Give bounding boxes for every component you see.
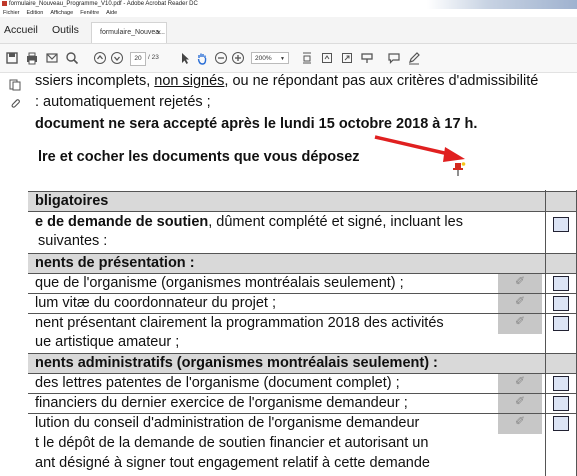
document-tab-label: formulaire_Nouvea... bbox=[100, 29, 165, 36]
table-row: lum vitæ du coordonnateur du projet ; ✐ bbox=[28, 293, 577, 314]
attachment-cell[interactable]: ✐ bbox=[498, 274, 542, 294]
paperclip-icon: ✐ bbox=[514, 374, 526, 388]
select-cursor-icon[interactable] bbox=[178, 51, 192, 65]
document-view[interactable]: ssiers incomplets, non signés, ou ne rép… bbox=[28, 73, 577, 476]
left-sidebar bbox=[0, 73, 28, 476]
doc-line-3: document ne sera accepté après le lundi … bbox=[35, 116, 478, 132]
paperclip-icon: ✐ bbox=[514, 314, 526, 328]
hand-icon[interactable] bbox=[195, 51, 209, 65]
zoom-in-icon[interactable] bbox=[231, 51, 245, 65]
page-number-input[interactable]: 20 bbox=[130, 52, 146, 66]
save-icon[interactable] bbox=[5, 51, 19, 65]
underlined-text: non signés bbox=[154, 73, 225, 89]
pen-icon[interactable] bbox=[407, 51, 421, 65]
attachment-cell[interactable]: ✐ bbox=[498, 294, 542, 314]
doc-line-1: ssiers incomplets, non signés, ou ne rép… bbox=[35, 73, 539, 89]
table-row: bligatoires bbox=[28, 191, 577, 212]
attachment-icon[interactable] bbox=[9, 97, 21, 109]
tab-document[interactable]: formulaire_Nouvea... × bbox=[91, 22, 167, 43]
fit-page-icon[interactable] bbox=[300, 51, 314, 65]
email-icon[interactable] bbox=[45, 51, 59, 65]
attachment-cell[interactable]: ✐ bbox=[498, 314, 542, 334]
menu-edition[interactable]: Edition bbox=[27, 10, 44, 16]
attachment-cell[interactable]: ✐ bbox=[498, 374, 542, 394]
checkbox[interactable] bbox=[553, 396, 569, 411]
checkbox[interactable] bbox=[553, 217, 569, 232]
comment-icon[interactable] bbox=[387, 51, 401, 65]
table-row: que de l'organisme (organismes montréala… bbox=[28, 273, 577, 294]
read-mode-icon[interactable] bbox=[360, 51, 374, 65]
zoom-value: 200% bbox=[255, 55, 272, 62]
rotate-icon[interactable] bbox=[320, 51, 334, 65]
fullscreen-icon[interactable] bbox=[340, 51, 354, 65]
paperclip-icon: ✐ bbox=[514, 414, 526, 428]
table-row: nents de présentation : bbox=[28, 253, 577, 274]
checkbox[interactable] bbox=[553, 416, 569, 431]
attachment-cell[interactable]: ✐ bbox=[498, 394, 542, 414]
chevron-down-icon: ▼ bbox=[280, 56, 285, 62]
checkbox[interactable] bbox=[553, 296, 569, 311]
acrobat-icon bbox=[2, 0, 7, 6]
close-tab-icon[interactable]: × bbox=[156, 23, 161, 43]
table-row: nent présentant clairement la programmat… bbox=[28, 313, 577, 354]
zoom-select[interactable]: 200% ▼ bbox=[251, 52, 289, 64]
zoom-out-icon[interactable] bbox=[214, 51, 228, 65]
menu-affichage[interactable]: Affichage bbox=[50, 10, 73, 16]
pages-icon[interactable] bbox=[9, 79, 21, 91]
menu-bar: Fichier Edition Affichage Fenêtre Aide bbox=[0, 9, 577, 17]
search-icon[interactable] bbox=[65, 51, 79, 65]
table-row: financiers du dernier exercice de l'orga… bbox=[28, 393, 577, 414]
window-titlebar: formulaire_Nouveau_Programme_V10.pdf - A… bbox=[0, 0, 577, 9]
table-row: nents administratifs (organismes montréa… bbox=[28, 353, 577, 374]
paperclip-icon: ✐ bbox=[514, 394, 526, 408]
page-up-icon[interactable] bbox=[93, 51, 107, 65]
table-row: lution du conseil d'administration de l'… bbox=[28, 413, 577, 476]
doc-line-2: : automatiquement rejetés ; bbox=[35, 94, 211, 110]
paperclip-icon: ✐ bbox=[514, 294, 526, 308]
menu-aide[interactable]: Aide bbox=[106, 10, 117, 16]
checkbox[interactable] bbox=[553, 276, 569, 291]
tab-bar: Accueil Outils formulaire_Nouvea... × bbox=[0, 17, 577, 44]
window-controls[interactable] bbox=[427, 0, 577, 9]
window-title: formulaire_Nouveau_Programme_V10.pdf - A… bbox=[9, 1, 198, 7]
checkbox[interactable] bbox=[553, 316, 569, 331]
table-row: des lettres patentes de l'organisme (doc… bbox=[28, 373, 577, 394]
table-divider bbox=[545, 190, 546, 476]
menu-fenetre[interactable]: Fenêtre bbox=[80, 10, 99, 16]
checkbox[interactable] bbox=[553, 376, 569, 391]
paperclip-icon: ✐ bbox=[514, 274, 526, 288]
print-icon[interactable] bbox=[25, 51, 39, 65]
attachment-cell[interactable]: ✐ bbox=[498, 414, 542, 434]
page-total: / 23 bbox=[148, 54, 159, 61]
pushpin-icon[interactable] bbox=[451, 161, 467, 177]
tab-tools[interactable]: Outils bbox=[52, 17, 79, 43]
toolbar: 20 / 23 200% ▼ bbox=[0, 44, 577, 73]
tab-home[interactable]: Accueil bbox=[4, 17, 38, 43]
menu-fichier[interactable]: Fichier bbox=[3, 10, 20, 16]
section-title: lre et cocher les documents que vous dép… bbox=[38, 149, 360, 165]
table-row: e de demande de soutien, dûment complété… bbox=[28, 211, 577, 254]
page-down-icon[interactable] bbox=[110, 51, 124, 65]
